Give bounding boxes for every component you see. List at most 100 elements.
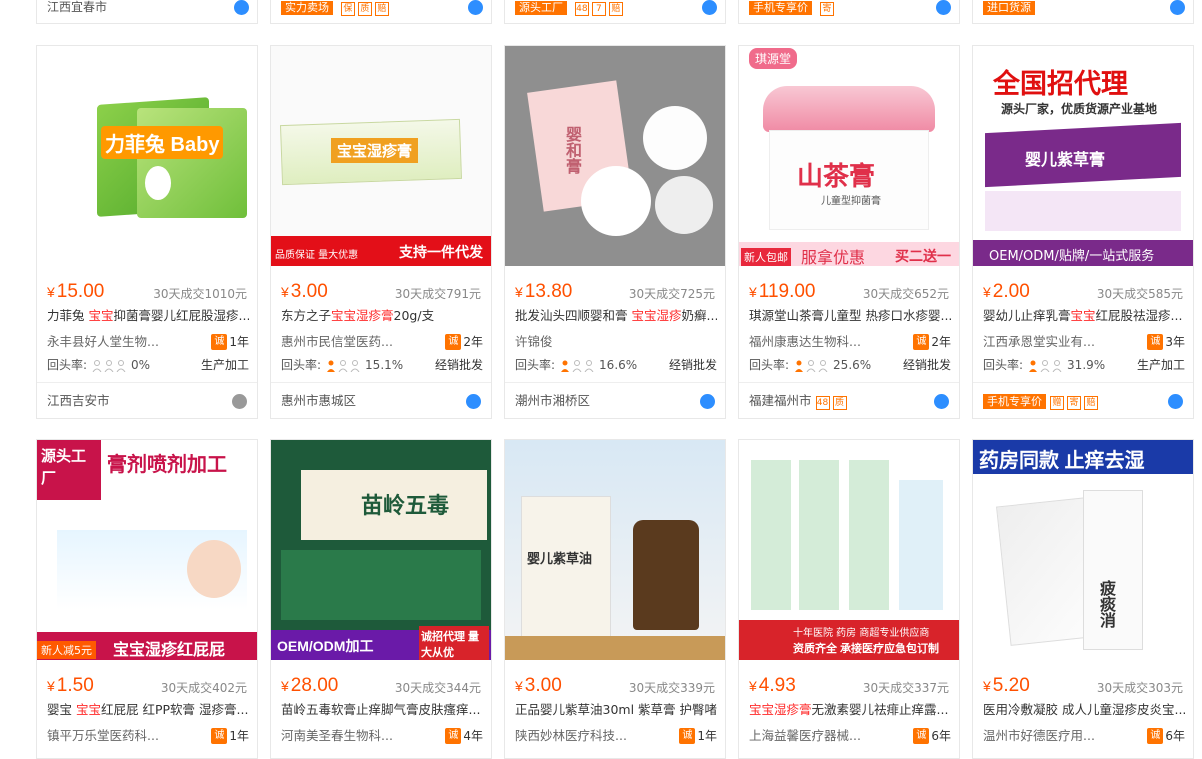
seller-name[interactable]: 江西承恩堂实业有... 诚 3年: [983, 334, 1185, 350]
brand-logo: 琪源堂: [749, 48, 798, 69]
product-title[interactable]: 琪源堂山茶膏儿童型 热疹口水疹婴...: [749, 308, 951, 324]
wangwang-icon[interactable]: [700, 394, 715, 409]
import-badge: 进口货源: [983, 1, 1035, 15]
price-row: ¥2.00 30天成交585元: [983, 281, 1183, 303]
integrity-icon: 诚: [211, 728, 228, 744]
seller-name[interactable]: 福州康惠达生物科... 诚 2年: [749, 334, 951, 350]
box-label: 宝宝湿疹膏: [331, 138, 419, 163]
product-title[interactable]: 苗岭五毒软膏止痒脚气膏皮肤瘙痒...: [281, 702, 483, 718]
seller-name[interactable]: 河南美圣春生物科... 诚 4年: [281, 728, 483, 744]
top-cell-1: 江西宜春市: [36, 0, 258, 24]
product-card[interactable]: 宝宝湿疹膏 品质保证 量大优惠 支持一件代发 ¥3.00 30天成交791元 东…: [270, 45, 492, 419]
repurchase-row: 回头率: 16.6% 经销批发: [515, 358, 717, 372]
price-row: ¥119.00 30天成交652元: [749, 281, 949, 303]
seller-name[interactable]: 镇平万乐堂医药科... 诚 1年: [47, 728, 249, 744]
sales-volume: 30天成交337元: [862, 681, 949, 695]
wangwang-icon[interactable]: [232, 394, 247, 409]
product-card[interactable]: 十年医院 药房 商超专业供应商 资质齐全 承接医疗应急包订制 ¥4.93 30天…: [738, 439, 960, 759]
wangwang-icon[interactable]: [468, 0, 483, 15]
product-title[interactable]: 宝宝湿疹膏无激素婴儿祛痱止痒露...: [749, 702, 951, 718]
wangwang-icon[interactable]: [466, 394, 481, 409]
price-row: ¥5.20 30天成交303元: [983, 675, 1183, 697]
product-card[interactable]: 力菲兔 Baby ¥15.00 30天成交1010元 力菲兔 宝宝抑菌膏婴儿红屁…: [36, 45, 258, 419]
people-icon: [795, 359, 828, 372]
sales-volume: 30天成交339元: [628, 681, 715, 695]
product-image[interactable]: 婴和膏: [505, 46, 725, 266]
integrity-icon: 诚: [211, 334, 228, 350]
wangwang-icon[interactable]: [1170, 0, 1185, 15]
people-icon: [327, 359, 360, 372]
years-badge: 诚 2年: [445, 334, 483, 350]
seller-name[interactable]: 陕西妙林医疗科技... 诚 1年: [515, 728, 717, 744]
product-card[interactable]: 全国招代理 源头厂家，优质货源产业基地 婴儿紫草膏 OEM/ODM/贴牌/一站式…: [972, 45, 1194, 419]
compensation-icon: 赔: [608, 2, 623, 16]
people-icon: [92, 359, 126, 372]
product-title[interactable]: 正品婴儿紫草油30ml 紫草膏 护臀啫...: [515, 702, 717, 718]
product-box: [521, 496, 611, 646]
mobile-price-badge: 手机专享价: [983, 394, 1046, 409]
product-title[interactable]: 婴幼儿止痒乳膏宝宝红屁股祛湿疹...: [983, 308, 1185, 324]
wangwang-icon[interactable]: [702, 0, 717, 15]
product-image[interactable]: 宝宝湿疹膏 品质保证 量大优惠 支持一件代发: [271, 46, 491, 266]
sales-volume: 30天成交344元: [394, 681, 481, 695]
product-image[interactable]: 全国招代理 源头厂家，优质货源产业基地 婴儿紫草膏 OEM/ODM/贴牌/一站式…: [973, 46, 1193, 266]
product-title[interactable]: 批发汕头四顺婴和膏 宝宝湿疹奶癣...: [515, 308, 717, 324]
product-image[interactable]: 药房同款 止痒去湿 疲痰消: [973, 440, 1193, 660]
product-image[interactable]: 苗岭五毒 OEM/ODM加工 诚招代理 量大从优: [271, 440, 491, 660]
integrity-icon: 诚: [913, 334, 930, 350]
years-badge: 诚 1年: [211, 334, 249, 350]
product-title[interactable]: 力菲兔 宝宝抑菌膏婴儿红屁股湿疹...: [47, 308, 249, 324]
product-card[interactable]: 药房同款 止痒去湿 疲痰消 ¥5.20 30天成交303元 医用冷敷凝胶 成人儿…: [972, 439, 1194, 759]
repurchase-row: 回头率: 15.1% 经销批发: [281, 358, 483, 372]
top-partial-row: 江西宜春市 实力卖场 保质赔 源头工厂 48 7 赔 手机专享价 寄 进口货源: [0, 0, 1202, 26]
cream-jar: [655, 176, 713, 234]
product-title[interactable]: 医用冷敷凝胶 成人儿童湿疹皮炎宝...: [983, 702, 1185, 718]
dropship-text: 支持一件代发: [399, 244, 483, 260]
seller-name[interactable]: 上海益馨医疗器械... 诚 6年: [749, 728, 951, 744]
top-cell-5: 进口货源: [972, 0, 1194, 24]
product-image[interactable]: 十年医院 药房 商超专业供应商 资质齐全 承接医疗应急包订制: [739, 440, 959, 660]
product-box: [799, 460, 839, 610]
product-title[interactable]: 婴宝 宝宝红屁屁 红PP软膏 湿疹膏...: [47, 702, 249, 718]
wangwang-icon[interactable]: [936, 0, 951, 15]
product-card[interactable]: 琪源堂 山茶膏 儿童型抑菌膏 新人包邮 服拿优惠 买二送一 ¥119.00 30…: [738, 45, 960, 419]
product-card[interactable]: 婴和膏 ¥13.80 30天成交725元 批发汕头四顺婴和膏 宝宝湿疹奶癣...…: [504, 45, 726, 419]
seller-name[interactable]: 温州市好德医疗用... 诚 6年: [983, 728, 1185, 744]
years-badge: 诚 6年: [1147, 728, 1185, 744]
sales-volume: 30天成交725元: [628, 287, 715, 301]
new-user-badge: 新人减5元: [37, 641, 96, 659]
integrity-icon: 诚: [445, 728, 462, 744]
feature-list: [985, 191, 1181, 231]
product-box: [899, 480, 943, 610]
people-icon: [1029, 359, 1062, 372]
repurchase-row: 回头率: 31.9% 生产加工: [983, 358, 1185, 372]
product-title[interactable]: 东方之子宝宝湿疹膏20g/支: [281, 308, 483, 324]
price-row: ¥3.00 30天成交339元: [515, 675, 715, 697]
jar-lid: [763, 86, 935, 132]
seller-name[interactable]: 惠州市民信堂医药... 诚 2年: [281, 334, 483, 350]
seller-name[interactable]: 许锦俊: [515, 334, 717, 350]
product-box: [751, 460, 791, 610]
top-cell-3: 源头工厂 48 7 赔: [504, 0, 726, 24]
integrity-icon: 诚: [679, 728, 696, 744]
quality-icon: 质: [357, 2, 372, 16]
price: ¥1.50: [47, 675, 94, 696]
48h-icon: 48: [574, 2, 589, 16]
product-card[interactable]: 源头工厂 膏剂喷剂加工 宝宝湿疹红屁屁 新人减5元 ¥1.50 30天成交402…: [36, 439, 258, 759]
wangwang-icon[interactable]: [1168, 394, 1183, 409]
product-card[interactable]: 婴儿紫草油 ¥3.00 30天成交339元 正品婴儿紫草油30ml 紫草膏 护臀…: [504, 439, 726, 759]
card-footer: 江西吉安市: [37, 382, 257, 418]
product-image[interactable]: 琪源堂 山茶膏 儿童型抑菌膏 新人包邮 服拿优惠 买二送一: [739, 46, 959, 266]
wangwang-icon[interactable]: [934, 394, 949, 409]
box-graphic: [137, 108, 247, 218]
product-image[interactable]: 力菲兔 Baby: [37, 46, 257, 266]
wangwang-icon[interactable]: [234, 0, 249, 15]
product-image[interactable]: 婴儿紫草油: [505, 440, 725, 660]
sales-volume: 30天成交791元: [394, 287, 481, 301]
price-row: ¥28.00 30天成交344元: [281, 675, 481, 697]
product-card[interactable]: 苗岭五毒 OEM/ODM加工 诚招代理 量大从优 ¥28.00 30天成交344…: [270, 439, 492, 759]
product-box: [281, 550, 481, 620]
seller-name[interactable]: 永丰县好人堂生物... 诚 1年: [47, 334, 249, 350]
product-image[interactable]: 源头工厂 膏剂喷剂加工 宝宝湿疹红屁屁 新人减5元: [37, 440, 257, 660]
price: ¥3.00: [281, 281, 328, 302]
